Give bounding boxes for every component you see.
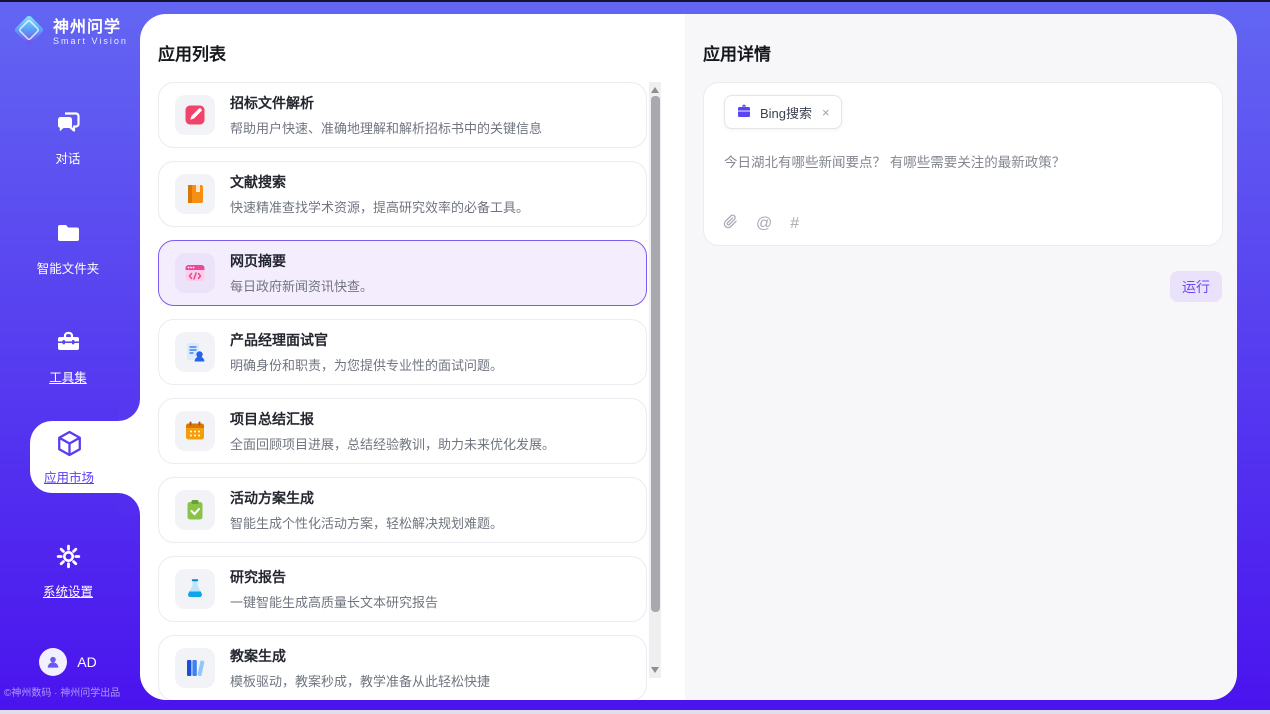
app-title: 研究报告 bbox=[230, 567, 438, 587]
sidebar-item-label: 对话 bbox=[55, 148, 80, 167]
diamond-logo-icon bbox=[12, 13, 46, 52]
list-scrollbar[interactable] bbox=[649, 82, 661, 678]
books-icon bbox=[175, 648, 215, 688]
copyright-footer: ©神州数码 · 神州问学出品 bbox=[4, 684, 138, 699]
sidebar-item-label: 系统设置 bbox=[43, 581, 93, 600]
avatar[interactable] bbox=[39, 648, 67, 676]
sidebar-item-app-market[interactable]: 应用市场 bbox=[30, 421, 140, 493]
briefcase-icon bbox=[736, 103, 752, 122]
app-card-bid-analysis[interactable]: 招标文件解析 帮助用户快速、准确地理解和解析招标书中的关键信息 bbox=[158, 82, 647, 148]
sidebar-item-label: 智能文件夹 bbox=[37, 258, 100, 277]
person-icon bbox=[45, 654, 61, 670]
app-title: 网页摘要 bbox=[230, 251, 373, 271]
app-card-project-summary[interactable]: 项目总结汇报 全面回顾项目进展，总结经验教训，助力未来优化发展。 bbox=[158, 398, 647, 464]
cube-icon bbox=[55, 429, 84, 463]
window-top-edge bbox=[0, 0, 1270, 2]
sidebar-item-label: 工具集 bbox=[49, 367, 87, 386]
paperclip-icon[interactable] bbox=[723, 213, 738, 235]
app-title: 招标文件解析 bbox=[230, 93, 542, 113]
app-title: 文献搜索 bbox=[230, 172, 529, 192]
sidebar-item-chat[interactable]: 对话 bbox=[0, 110, 136, 167]
calendar-icon bbox=[175, 411, 215, 451]
brand-name: 神州问学 bbox=[53, 19, 128, 37]
app-title: 项目总结汇报 bbox=[230, 409, 555, 429]
run-button[interactable]: 运行 bbox=[1170, 271, 1222, 302]
app-card-web-summary[interactable]: 网页摘要 每日政府新闻资讯快查。 bbox=[158, 240, 647, 306]
app-description: 全面回顾项目进展，总结经验教训，助力未来优化发展。 bbox=[230, 434, 555, 453]
main-content: 应用列表 招标文件解析 帮助用户快速、准确地理解和解析招标书中的关键信息 bbox=[140, 14, 1237, 700]
active-item-bottom-curve bbox=[118, 493, 140, 515]
hash-icon[interactable]: # bbox=[790, 216, 799, 232]
app-description: 模板驱动，教案秒成，教学准备从此轻松快捷 bbox=[230, 671, 490, 690]
scrollbar-thumb[interactable] bbox=[651, 96, 660, 612]
mention-icon[interactable]: @ bbox=[756, 216, 772, 232]
tool-tag-bing-search[interactable]: Bing搜索 × bbox=[724, 95, 842, 129]
app-card-activity-plan[interactable]: 活动方案生成 智能生成个性化活动方案，轻松解决规划难题。 bbox=[158, 477, 647, 543]
sidebar-item-label: 应用市场 bbox=[44, 467, 94, 486]
app-description: 智能生成个性化活动方案，轻松解决规划难题。 bbox=[230, 513, 503, 532]
toolbox-icon bbox=[55, 329, 82, 361]
interviewer-icon bbox=[175, 332, 215, 372]
scroll-down-icon[interactable] bbox=[651, 667, 659, 673]
input-toolbar: @ # bbox=[723, 213, 799, 235]
app-description: 每日政府新闻资讯快查。 bbox=[230, 276, 373, 295]
app-card-lesson-plan[interactable]: 教案生成 模板驱动，教案秒成，教学准备从此轻松快捷 bbox=[158, 635, 647, 700]
app-title: 活动方案生成 bbox=[230, 488, 503, 508]
sidebar-item-smart-folder[interactable]: 智能文件夹 bbox=[0, 220, 136, 277]
query-text-input[interactable]: 今日湖北有哪些新闻要点？ 有哪些需要关注的最新政策？ bbox=[724, 153, 1202, 173]
sidebar: 神州问学 Smart Vision 对话 智能文件夹 bbox=[0, 0, 140, 714]
book-icon bbox=[175, 174, 215, 214]
brand-subtitle: Smart Vision bbox=[53, 36, 128, 46]
app-card-list: 招标文件解析 帮助用户快速、准确地理解和解析招标书中的关键信息 文献搜索 bbox=[158, 82, 647, 700]
app-description: 一键智能生成高质量长文本研究报告 bbox=[230, 592, 438, 611]
gear-icon bbox=[55, 543, 82, 575]
app-detail-title: 应用详情 bbox=[703, 40, 771, 65]
app-description: 明确身份和职责，为您提供专业性的面试问题。 bbox=[230, 355, 503, 374]
window-bottom-edge bbox=[0, 710, 1270, 714]
user-initials: AD bbox=[77, 654, 96, 670]
app-card-research-report[interactable]: 研究报告 一键智能生成高质量长文本研究报告 bbox=[158, 556, 647, 622]
app-detail-panel: 应用详情 Bing搜索 × 今日湖北有哪些新闻要点？ 有哪些需要关注的最新政策？ bbox=[685, 14, 1237, 700]
app-title: 产品经理面试官 bbox=[230, 330, 503, 350]
folder-icon bbox=[55, 220, 82, 252]
user-account[interactable]: AD bbox=[0, 648, 136, 676]
close-icon[interactable]: × bbox=[822, 105, 830, 120]
app-description: 快速精准查找学术资源，提高研究效率的必备工具。 bbox=[230, 197, 529, 216]
scroll-up-icon[interactable] bbox=[651, 87, 659, 93]
tool-tag-label: Bing搜索 bbox=[760, 103, 812, 122]
app-list-panel: 应用列表 招标文件解析 帮助用户快速、准确地理解和解析招标书中的关键信息 bbox=[140, 14, 685, 700]
app-description: 帮助用户快速、准确地理解和解析招标书中的关键信息 bbox=[230, 118, 542, 137]
clipboard-check-icon bbox=[175, 490, 215, 530]
chat-icon bbox=[55, 110, 82, 142]
sidebar-item-toolset[interactable]: 工具集 bbox=[0, 329, 136, 386]
app-list-title: 应用列表 bbox=[158, 40, 226, 65]
app-card-pm-interviewer[interactable]: 产品经理面试官 明确身份和职责，为您提供专业性的面试问题。 bbox=[158, 319, 647, 385]
brand-logo: 神州问学 Smart Vision bbox=[12, 13, 128, 52]
edit-square-icon bbox=[175, 95, 215, 135]
browser-code-icon bbox=[175, 253, 215, 293]
app-title: 教案生成 bbox=[230, 646, 490, 666]
sidebar-item-settings[interactable]: 系统设置 bbox=[0, 543, 136, 600]
flask-icon bbox=[175, 569, 215, 609]
active-item-top-curve bbox=[118, 399, 140, 421]
app-input-card: Bing搜索 × 今日湖北有哪些新闻要点？ 有哪些需要关注的最新政策？ @ # bbox=[703, 82, 1223, 246]
app-card-literature-search[interactable]: 文献搜索 快速精准查找学术资源，提高研究效率的必备工具。 bbox=[158, 161, 647, 227]
app-root: 神州问学 Smart Vision 对话 智能文件夹 bbox=[0, 0, 1270, 714]
